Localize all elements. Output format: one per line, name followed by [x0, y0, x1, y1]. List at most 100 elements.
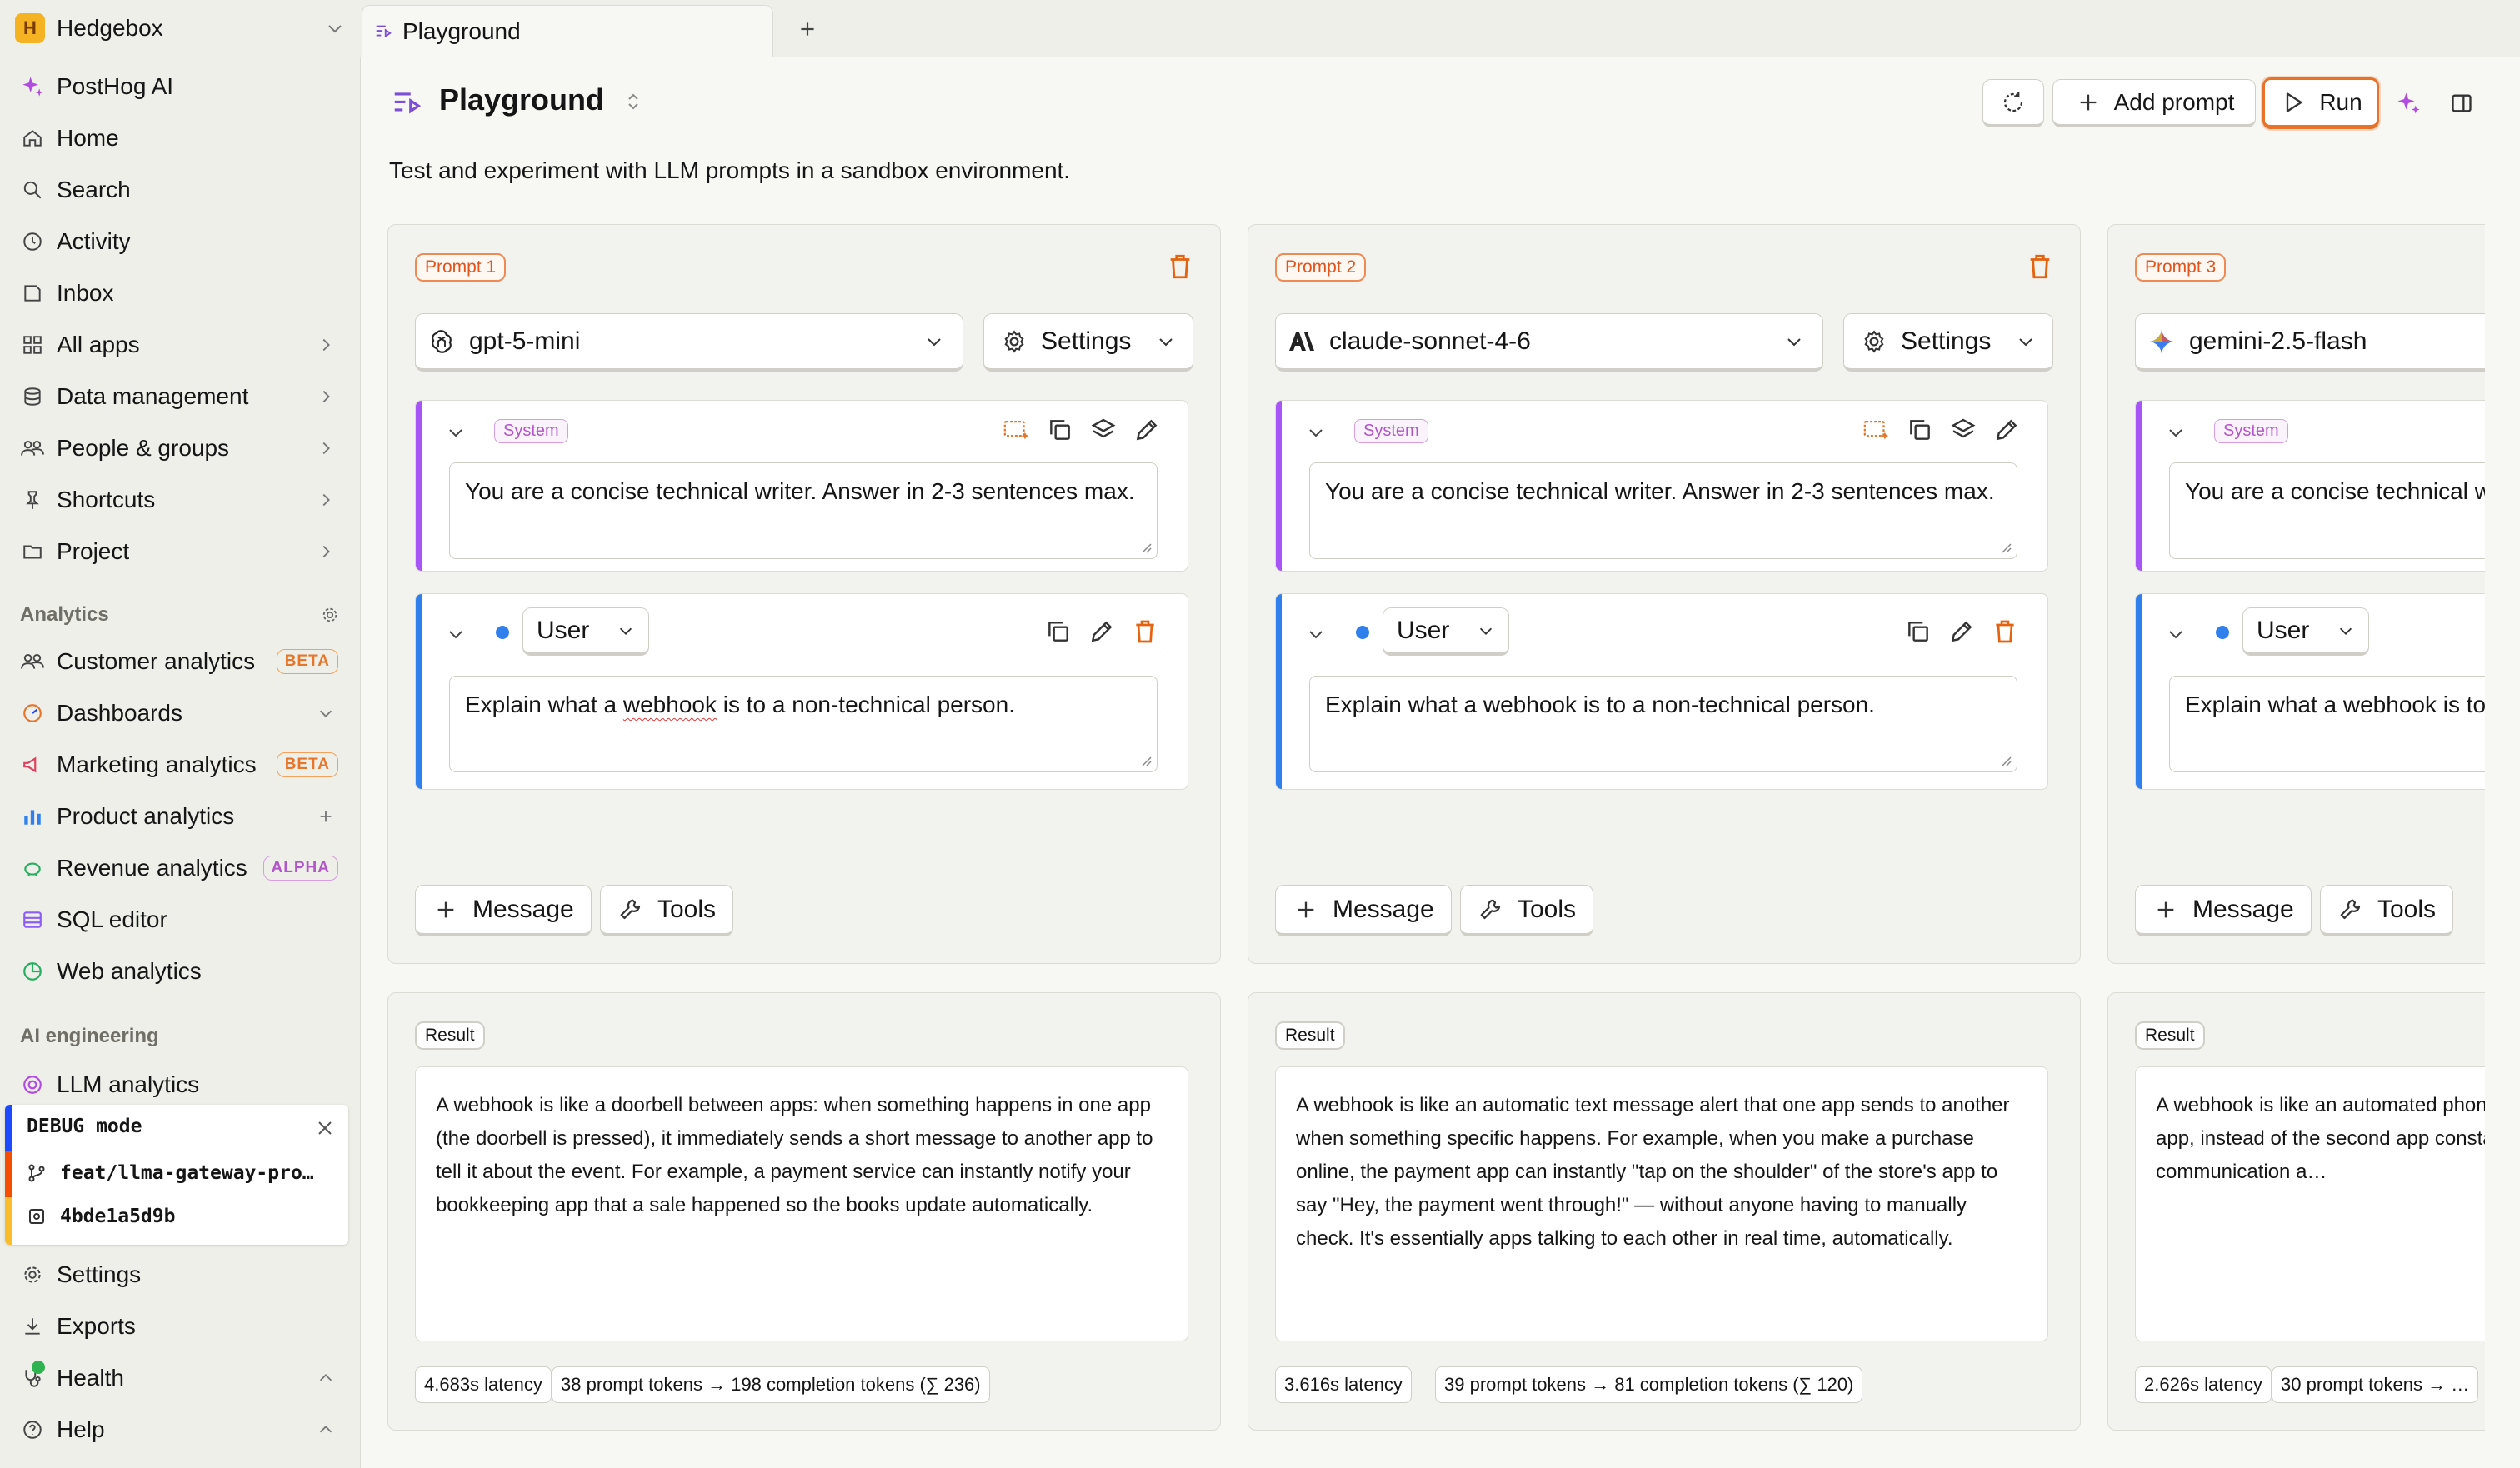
- nav-item-data-management[interactable]: Data management: [12, 375, 345, 418]
- tools-button[interactable]: Tools: [2320, 885, 2454, 936]
- nav-item-settings[interactable]: Settings: [12, 1253, 345, 1296]
- user-prompt-textarea[interactable]: Explain what a webhook is to a non-techn…: [2169, 676, 2520, 772]
- add-message-button[interactable]: Message: [2135, 885, 2312, 936]
- nav-item-search[interactable]: Search: [12, 168, 345, 212]
- trash-icon[interactable]: [1131, 617, 1159, 646]
- model-select[interactable]: claude-sonnet-4-6: [1275, 313, 1823, 372]
- reset-button[interactable]: [1982, 79, 2044, 127]
- settings-dropdown[interactable]: Settings: [1843, 313, 2053, 372]
- chevron-right-icon: [313, 487, 338, 512]
- chevron-down-icon[interactable]: [446, 624, 466, 644]
- system-prompt-textarea[interactable]: You are a concise technical writer. Answ…: [449, 462, 1158, 559]
- debug-branch-text: feat/llma-gateway-pro…: [60, 1162, 314, 1184]
- system-prompt-textarea[interactable]: You are a concise technical writer. Answ…: [1309, 462, 2018, 559]
- nav-item-inbox[interactable]: Inbox: [12, 272, 345, 315]
- chevron-right-icon: [313, 539, 338, 564]
- system-message-tools: [1862, 416, 2021, 444]
- variable-icon[interactable]: [1862, 416, 1891, 444]
- resize-handle-icon[interactable]: [2000, 542, 2012, 553]
- role-select[interactable]: User: [522, 607, 649, 656]
- nav-item-llm-analytics[interactable]: LLM analytics: [12, 1063, 345, 1106]
- nav-item-people-groups[interactable]: People & groups: [12, 427, 345, 470]
- nav-item-health[interactable]: Health: [12, 1356, 345, 1400]
- chevron-down-icon[interactable]: [2166, 422, 2186, 442]
- gear-icon[interactable]: [320, 605, 340, 625]
- nav-item-product-analytics[interactable]: Product analytics: [12, 795, 345, 838]
- nav-item-shortcuts[interactable]: Shortcuts: [12, 478, 345, 522]
- add-message-button[interactable]: Message: [1275, 885, 1452, 936]
- chevron-down-icon[interactable]: [1306, 422, 1326, 442]
- tools-button[interactable]: Tools: [600, 885, 734, 936]
- resize-handle-icon[interactable]: [1140, 755, 1152, 766]
- system-role-tag: System: [2214, 419, 2288, 443]
- copy-icon[interactable]: [1904, 617, 1932, 646]
- resize-handle-icon[interactable]: [1140, 542, 1152, 553]
- sparkle-icon[interactable]: [2394, 89, 2422, 117]
- close-icon[interactable]: [313, 1116, 337, 1140]
- settings-dropdown[interactable]: Settings: [983, 313, 1193, 372]
- add-message-button[interactable]: Message: [415, 885, 592, 936]
- nav-item-project[interactable]: Project: [12, 530, 345, 573]
- nav-item-posthog-ai[interactable]: PostHog AI: [12, 65, 345, 108]
- chevron-right-icon: [313, 332, 338, 357]
- section-title-ai-engineering: AI engineering: [20, 1025, 159, 1047]
- nav-item-marketing-analytics[interactable]: Marketing analytics BETA: [12, 743, 345, 786]
- system-prompt-textarea[interactable]: You are a concise technical writer. Answ…: [2169, 462, 2520, 559]
- model-select[interactable]: gpt-5-mini: [415, 313, 963, 372]
- result-tag: Result: [415, 1021, 485, 1050]
- pencil-icon[interactable]: [1132, 416, 1161, 444]
- nav-item-help[interactable]: Help: [12, 1408, 345, 1451]
- role-select[interactable]: User: [1382, 607, 1509, 656]
- pencil-icon[interactable]: [1088, 617, 1116, 646]
- side-panel-icon[interactable]: [2449, 91, 2474, 116]
- variable-icon[interactable]: [1002, 416, 1031, 444]
- nav-item-exports[interactable]: Exports: [12, 1305, 345, 1348]
- nav-item-revenue-analytics[interactable]: Revenue analytics ALPHA: [12, 846, 345, 890]
- result-panel: Result A webhook is like an automated ph…: [2108, 992, 2520, 1431]
- nav-label: Shortcuts: [57, 487, 156, 512]
- trash-icon[interactable]: [1991, 617, 2019, 646]
- layers-icon[interactable]: [1949, 416, 1978, 444]
- nav-item-home[interactable]: Home: [12, 117, 345, 160]
- copy-icon[interactable]: [1044, 617, 1072, 646]
- add-prompt-button[interactable]: Add prompt: [2052, 79, 2256, 127]
- trash-icon[interactable]: [1165, 252, 1195, 282]
- nav-item-activity[interactable]: Activity: [12, 220, 345, 263]
- system-message: System You are a concise technical write…: [1275, 400, 2048, 572]
- nav-item-dashboards[interactable]: Dashboards: [12, 692, 345, 735]
- chevron-down-icon[interactable]: [2166, 624, 2186, 644]
- copy-icon[interactable]: [1906, 416, 1934, 444]
- resize-handle-icon[interactable]: [2000, 755, 2012, 766]
- pencil-icon[interactable]: [1992, 416, 2021, 444]
- chevron-down-icon: [1784, 332, 1804, 352]
- result-text: A webhook is like an automatic text mess…: [1275, 1066, 2048, 1341]
- tab-playground[interactable]: Playground: [362, 5, 773, 57]
- model-select[interactable]: gemini-2.5-flash: [2135, 313, 2520, 372]
- nav-item-web-analytics[interactable]: Web analytics: [12, 950, 345, 993]
- tools-button[interactable]: Tools: [1460, 885, 1594, 936]
- plus-icon[interactable]: [313, 804, 338, 829]
- content-edge: [2485, 57, 2520, 1468]
- system-message: System You are a concise technical write…: [415, 400, 1188, 572]
- new-tab-plus-icon[interactable]: [795, 17, 820, 42]
- chevron-updown-icon[interactable]: [622, 89, 644, 114]
- layers-icon[interactable]: [1089, 416, 1118, 444]
- piggy-bank-icon: [20, 856, 45, 881]
- people-icon: [20, 436, 45, 461]
- trash-icon[interactable]: [2025, 252, 2055, 282]
- user-prompt-textarea[interactable]: Explain what a webhook is to a non-techn…: [1309, 676, 2018, 772]
- run-button[interactable]: Run: [2262, 77, 2379, 129]
- chevron-down-icon[interactable]: [1306, 624, 1326, 644]
- nav-item-customer-analytics[interactable]: Customer analytics BETA: [12, 640, 345, 683]
- user-prompt-textarea[interactable]: Explain what a webhook is to a non-techn…: [449, 676, 1158, 772]
- user-message: User Explain what a webhook is to a non-…: [2135, 593, 2520, 790]
- pencil-icon[interactable]: [1948, 617, 1976, 646]
- copy-icon[interactable]: [1046, 416, 1074, 444]
- nav-item-all-apps[interactable]: All apps: [12, 323, 345, 367]
- chevron-down-icon[interactable]: [446, 422, 466, 442]
- chevron-right-icon: [313, 436, 338, 461]
- role-select[interactable]: User: [2242, 607, 2369, 656]
- pie-chart-icon: [20, 959, 45, 984]
- org-switcher[interactable]: H Hedgebox: [12, 12, 345, 45]
- nav-item-sql-editor[interactable]: SQL editor: [12, 898, 345, 941]
